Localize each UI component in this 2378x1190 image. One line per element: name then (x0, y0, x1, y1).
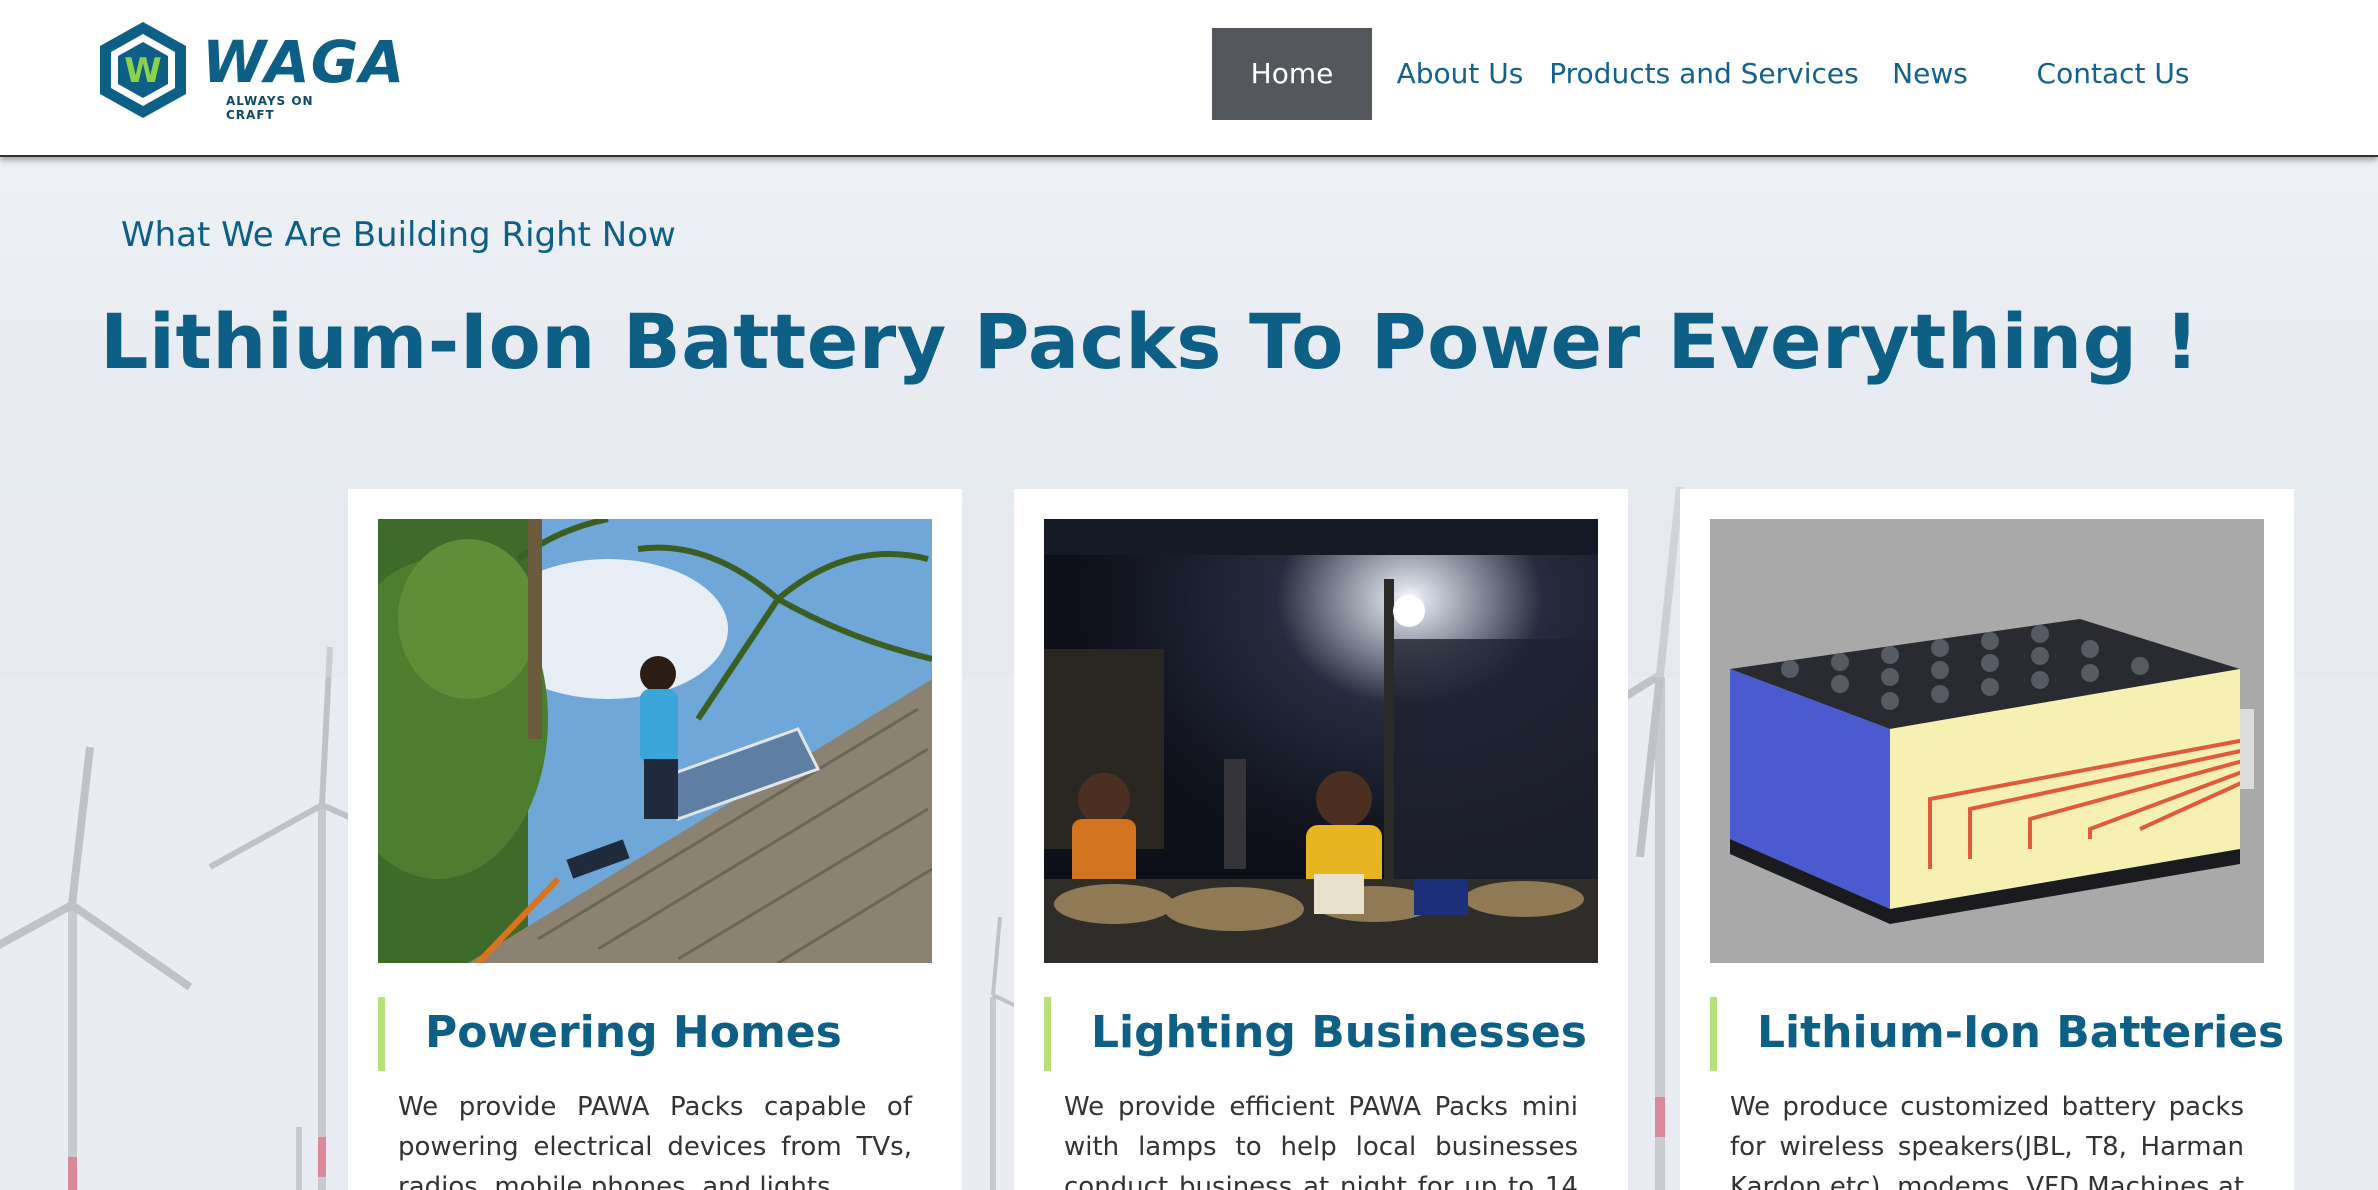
site-header: W WAGA ALWAYS ON CRAFT Home About Us Pro… (0, 0, 2378, 157)
nav-contact-us[interactable]: Contact Us (2000, 28, 2226, 120)
nav-about-us[interactable]: About Us (1372, 28, 1548, 120)
card-title-accent: Lighting Businesses (1044, 997, 1587, 1071)
card-title[interactable]: Lithium-Ion Batteries (1757, 1007, 2284, 1058)
hexagon-logo-icon: W (100, 22, 186, 118)
logo-wordmark: WAGA (202, 28, 406, 96)
card-powering-homes[interactable]: Powering Homes We provide PAWA Packs cap… (348, 489, 962, 1190)
card-description: We provide efficient PAWA Packs mini wit… (1064, 1092, 1578, 1190)
card-title[interactable]: Lighting Businesses (1091, 1007, 1587, 1058)
card-lighting-businesses[interactable]: Lighting Businesses We provide efficient… (1014, 489, 1628, 1190)
card-title-accent: Lithium-Ion Batteries (1710, 997, 2284, 1071)
hero-headline: Lithium-Ion Battery Packs To Power Every… (100, 297, 2200, 386)
card-lithium-ion-batteries[interactable]: Lithium-Ion Batteries We produce customi… (1680, 489, 2294, 1190)
nav-products-and-services[interactable]: Products and Services (1548, 28, 1860, 120)
card-description: We produce customized battery packs for … (1730, 1092, 2245, 1190)
card-description: We provide PAWA Packs capable of powerin… (398, 1092, 912, 1190)
waga-logo[interactable]: W WAGA ALWAYS ON CRAFT (96, 20, 404, 122)
nav-news[interactable]: News (1860, 28, 2000, 120)
night-market-lamp-photo (1044, 519, 1598, 963)
card-title-accent: Powering Homes (378, 997, 842, 1071)
card-title[interactable]: Powering Homes (425, 1007, 842, 1058)
nav-home[interactable]: Home (1212, 28, 1372, 120)
logo-badge-letter: W (124, 51, 162, 91)
hero-eyebrow: What We Are Building Right Now (121, 215, 676, 255)
battery-pack-render (1710, 519, 2264, 963)
hero-section: What We Are Building Right Now Lithium-I… (0, 157, 2378, 1190)
rooftop-solar-installer-photo (378, 519, 932, 963)
logo-tagline: ALWAYS ON CRAFT (226, 94, 314, 122)
